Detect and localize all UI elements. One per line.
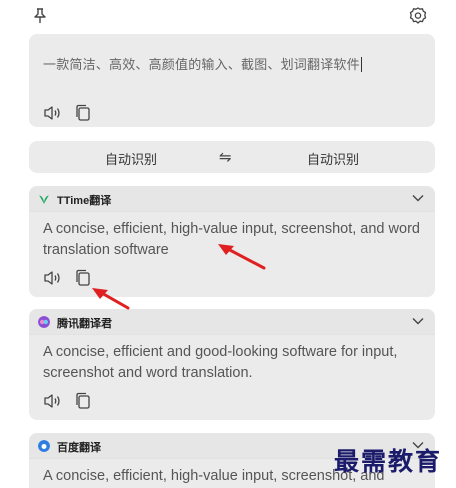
gear-icon[interactable] <box>408 6 428 26</box>
chevron-down-icon[interactable] <box>411 191 425 205</box>
annotation-arrow-icon <box>218 244 266 270</box>
source-language-select[interactable]: 自动识别 <box>105 149 157 168</box>
source-text-input[interactable]: 一款简洁、高效、高颜值的输入、截图、划词翻译软件 <box>43 54 362 73</box>
tencent-logo-icon <box>38 316 50 328</box>
annotation-arrow-icon <box>92 288 130 310</box>
service-name: 百度翻译 <box>57 442 101 454</box>
copy-icon[interactable] <box>73 104 93 122</box>
source-input-panel[interactable]: 一款简洁、高效、高颜值的输入、截图、划词翻译软件 <box>29 34 435 127</box>
input-actions <box>43 104 93 122</box>
target-language-select[interactable]: 自动识别 <box>307 149 359 168</box>
result-actions <box>43 392 93 410</box>
result-header[interactable]: TTime翻译 <box>29 186 435 212</box>
ttime-logo-icon <box>39 195 49 204</box>
result-actions <box>43 269 93 287</box>
result-card-tencent: 腾讯翻译君 A concise, efficient and good-look… <box>29 309 435 420</box>
text-caret <box>360 57 362 72</box>
service-name: TTime翻译 <box>57 195 112 207</box>
language-bar: 自动识别 ⇋ 自动识别 <box>29 141 435 173</box>
pin-icon[interactable] <box>30 6 50 26</box>
chevron-down-icon[interactable] <box>411 314 425 328</box>
speaker-icon[interactable] <box>43 104 63 122</box>
speaker-icon[interactable] <box>43 269 63 287</box>
copy-icon[interactable] <box>73 392 93 410</box>
service-name: 腾讯翻译君 <box>57 318 112 330</box>
baidu-logo-icon <box>38 440 50 452</box>
top-toolbar <box>0 0 456 32</box>
watermark: 最需教育 <box>334 447 443 476</box>
translation-text: A concise, efficient and good-looking so… <box>43 344 398 381</box>
speaker-icon[interactable] <box>43 392 63 410</box>
swap-languages-button[interactable]: ⇋ <box>219 148 232 166</box>
